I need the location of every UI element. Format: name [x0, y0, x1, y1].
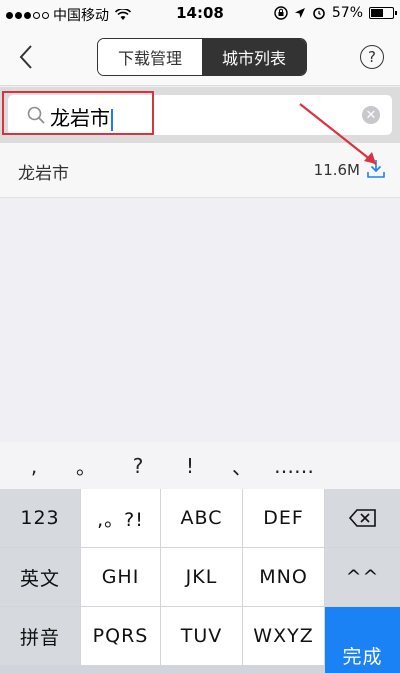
- backspace-icon: [348, 509, 376, 527]
- list-empty-area: [0, 199, 400, 442]
- help-button[interactable]: ?: [360, 45, 384, 69]
- candidate-pause[interactable]: 、: [216, 451, 268, 480]
- location-icon: [294, 8, 305, 18]
- back-button[interactable]: [14, 42, 38, 72]
- alarm-icon: [313, 7, 325, 20]
- key-jkl[interactable]: JKL: [161, 548, 242, 606]
- download-icon[interactable]: [366, 158, 386, 180]
- candidate-comma[interactable]: ,: [8, 454, 60, 478]
- battery-icon: [369, 7, 397, 19]
- nav-bar: 下载管理 城市列表 ?: [0, 28, 400, 86]
- key-english[interactable]: 英文: [0, 548, 80, 606]
- status-bar: 中国移动 14:08 57%: [0, 0, 400, 28]
- status-right: 57%: [274, 5, 397, 21]
- key-tuv[interactable]: TUV: [161, 607, 242, 665]
- key-123[interactable]: 123: [0, 489, 80, 547]
- search-bar: 龙岩市 ✕: [0, 87, 400, 143]
- candidate-period[interactable]: 。: [60, 451, 112, 480]
- candidate-exclamation[interactable]: !: [164, 454, 216, 478]
- candidate-bar: , 。 ? ! 、 ……: [0, 442, 400, 489]
- segmented-control: 下载管理 城市列表: [97, 38, 307, 76]
- done-button[interactable]: 完成: [325, 607, 400, 673]
- map-size: 11.6M: [313, 161, 360, 179]
- tab-download-manager[interactable]: 下载管理: [98, 39, 202, 75]
- battery-percent: 57%: [331, 5, 363, 21]
- key-wxyz[interactable]: WXYZ: [243, 607, 324, 665]
- city-list-item[interactable]: 龙岩市 11.6M: [0, 143, 400, 198]
- candidate-question[interactable]: ?: [112, 454, 164, 478]
- chevron-left-icon: [19, 45, 32, 69]
- keyboard: , 。 ? ! 、 …… 123 ,。?! ABC DEF 英文 GHI JKL…: [0, 442, 400, 673]
- key-ghi[interactable]: GHI: [81, 548, 160, 606]
- key-pqrs[interactable]: PQRS: [81, 607, 160, 665]
- key-emoticon[interactable]: ^^: [325, 548, 400, 606]
- tab-city-list[interactable]: 城市列表: [202, 39, 306, 75]
- key-pinyin[interactable]: 拼音: [0, 607, 80, 665]
- delete-key[interactable]: [325, 489, 400, 547]
- key-abc[interactable]: ABC: [161, 489, 242, 547]
- city-name: 龙岩市: [18, 164, 69, 184]
- key-def[interactable]: DEF: [243, 489, 324, 547]
- clear-search-button[interactable]: ✕: [362, 106, 380, 124]
- candidate-ellipsis[interactable]: ……: [268, 454, 320, 478]
- rotation-lock-icon: [274, 6, 288, 20]
- annotation-highlight-box: [2, 91, 154, 135]
- key-punctuation[interactable]: ,。?!: [81, 489, 160, 547]
- key-mno[interactable]: MNO: [243, 548, 324, 606]
